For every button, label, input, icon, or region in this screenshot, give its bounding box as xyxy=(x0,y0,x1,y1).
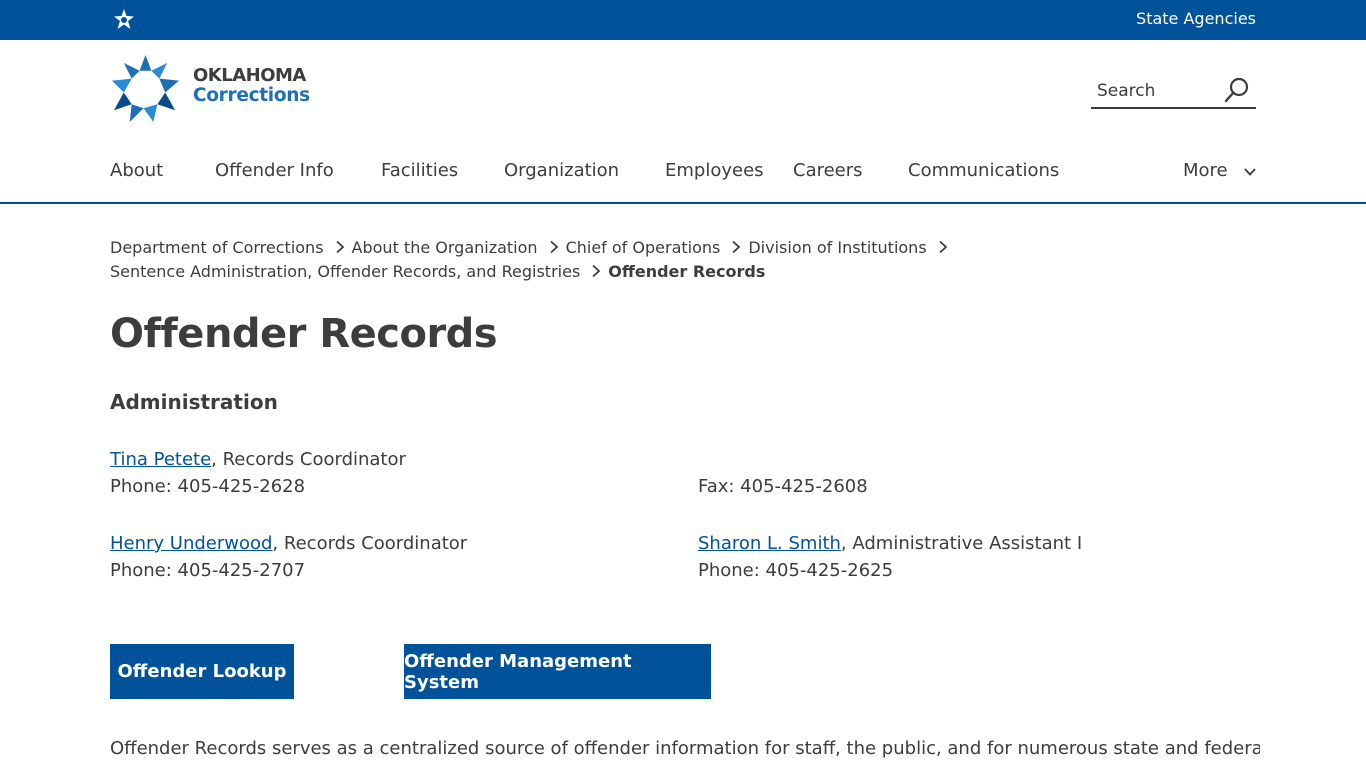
breadcrumb-link[interactable]: Division of Institutions xyxy=(748,238,926,257)
nav-more-label: More xyxy=(1183,160,1228,181)
contact-role: , Records Coordinator xyxy=(211,449,406,470)
page-title: Offender Records xyxy=(110,311,498,357)
chevron-right-icon xyxy=(732,240,741,254)
contact-name-link[interactable]: Henry Underwood xyxy=(110,533,272,554)
search-icon[interactable] xyxy=(1223,76,1251,104)
contact-card: Henry Underwood, Records Coordinator Pho… xyxy=(110,530,467,584)
nav-item-facilities[interactable]: Facilities xyxy=(381,160,458,181)
nav-more-button[interactable]: More xyxy=(1183,160,1256,181)
main-nav: About Offender Info Facilities Organizat… xyxy=(0,150,1366,204)
breadcrumb-link[interactable]: Department of Corrections xyxy=(110,238,324,257)
chevron-down-icon xyxy=(1244,168,1256,176)
logo-line-corrections: Corrections xyxy=(193,85,310,106)
top-bar: State Agencies xyxy=(0,0,1366,40)
search-box xyxy=(1091,74,1256,109)
contact-name-link[interactable]: Sharon L. Smith xyxy=(698,533,841,554)
contact-fax: Fax: 405-425-2608 xyxy=(698,473,868,500)
oklahoma-corrections-logo[interactable]: OKLAHOMA Corrections xyxy=(110,53,330,125)
contact-role: , Administrative Assistant I xyxy=(840,533,1083,554)
contact-role: , Records Coordinator xyxy=(272,533,468,554)
section-title-administration: Administration xyxy=(110,390,278,414)
contact-phone: Phone: 405-425-2625 xyxy=(698,560,894,581)
corrections-star-icon xyxy=(111,54,180,123)
oklahoma-star-icon[interactable] xyxy=(112,8,136,32)
nav-item-about[interactable]: About xyxy=(110,160,163,181)
logo-line-oklahoma: OKLAHOMA xyxy=(193,65,306,86)
chevron-right-icon xyxy=(335,240,344,254)
nav-item-employees[interactable]: Employees xyxy=(665,160,764,181)
state-agencies-link[interactable]: State Agencies xyxy=(1136,9,1256,28)
nav-item-careers[interactable]: Careers xyxy=(793,160,863,181)
search-input[interactable] xyxy=(1097,78,1217,104)
contact-name-link[interactable]: Tina Petete xyxy=(110,449,211,470)
contact-card: Tina Petete, Records Coordinator Phone: … xyxy=(110,446,406,500)
intro-paragraph: Offender Records serves as a centralized… xyxy=(110,738,1260,759)
offender-lookup-button[interactable]: Offender Lookup xyxy=(110,644,294,699)
breadcrumb-link[interactable]: About the Organization xyxy=(352,238,538,257)
contact-phone: Phone: 405-425-2628 xyxy=(110,476,306,497)
nav-item-communications[interactable]: Communications xyxy=(908,160,1059,181)
contact-fax-text: Fax: 405-425-2608 xyxy=(698,476,868,497)
breadcrumb-link[interactable]: Chief of Operations xyxy=(566,238,721,257)
contact-phone: Phone: 405-425-2707 xyxy=(110,560,306,581)
chevron-right-icon xyxy=(939,240,947,254)
contact-card: Sharon L. Smith, Administrative Assistan… xyxy=(698,530,1082,584)
chevron-right-icon xyxy=(549,240,558,254)
nav-item-offender-info[interactable]: Offender Info xyxy=(215,160,334,181)
breadcrumb-link[interactable]: Sentence Administration, Offender Record… xyxy=(110,262,580,281)
breadcrumb: Department of Corrections About the Organ… xyxy=(110,236,1260,284)
breadcrumb-current: Offender Records xyxy=(608,262,766,281)
chevron-right-icon xyxy=(592,264,601,278)
nav-item-organization[interactable]: Organization xyxy=(504,160,619,181)
offender-management-system-button[interactable]: Offender Management System xyxy=(404,644,711,699)
